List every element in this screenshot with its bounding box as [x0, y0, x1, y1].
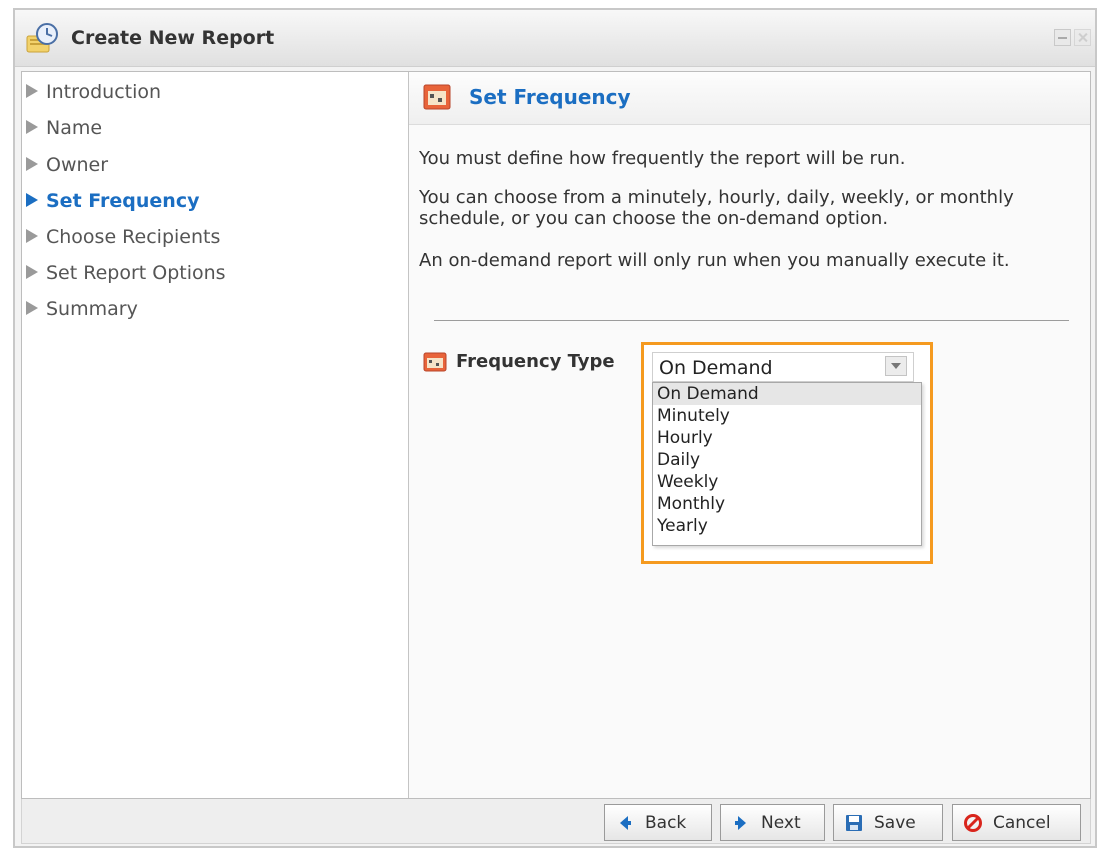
step-arrow-icon	[26, 265, 38, 279]
window-title: Create New Report	[71, 27, 275, 49]
next-label: Next	[761, 813, 801, 833]
minimize-icon[interactable]	[1054, 29, 1071, 46]
create-report-window: Create New Report Introduction Name Owne…	[13, 8, 1097, 848]
sidebar-item-name[interactable]: Name	[26, 114, 102, 142]
description-paragraph: You can choose from a minutely, hourly, …	[419, 187, 1014, 229]
section-divider	[434, 320, 1069, 321]
sidebar-item-owner[interactable]: Owner	[26, 151, 108, 179]
frequency-icon	[423, 84, 451, 110]
next-arrow-icon	[735, 816, 746, 830]
step-arrow-icon	[26, 84, 38, 98]
wizard-steps-sidebar: Introduction Name Owner Set Frequency Ch…	[22, 72, 409, 798]
step-arrow-icon	[26, 229, 38, 243]
sidebar-item-label: Introduction	[46, 81, 162, 103]
sidebar-item-label: Set Frequency	[46, 190, 200, 212]
description-paragraph: You must define how frequently the repor…	[419, 148, 906, 169]
option-yearly[interactable]: Yearly	[653, 515, 921, 537]
wizard-body: Introduction Name Owner Set Frequency Ch…	[21, 71, 1091, 799]
cancel-icon	[964, 814, 982, 832]
frequency-options-list: On Demand Minutely Hourly Daily Weekly M…	[652, 382, 922, 546]
cancel-label: Cancel	[993, 813, 1051, 833]
save-label: Save	[874, 813, 916, 833]
select-value: On Demand	[659, 357, 773, 379]
step-panel: Set Frequency You must define how freque…	[409, 72, 1090, 798]
option-daily[interactable]: Daily	[653, 449, 921, 471]
sidebar-item-label: Summary	[46, 298, 138, 320]
next-button[interactable]: Next	[720, 804, 825, 841]
option-minutely[interactable]: Minutely	[653, 405, 921, 427]
sidebar-item-choose-recipients[interactable]: Choose Recipients	[26, 223, 220, 251]
window-titlebar[interactable]: Create New Report	[15, 10, 1095, 67]
close-icon[interactable]	[1074, 29, 1091, 46]
report-clock-icon	[26, 23, 58, 53]
wizard-footer: Back Next Save Cancel	[21, 799, 1091, 844]
frequency-type-select[interactable]: On Demand	[652, 352, 914, 382]
frequency-type-label: Frequency Type	[456, 351, 615, 372]
floppy-disk-icon	[846, 815, 862, 831]
back-arrow-icon	[620, 816, 631, 830]
step-title: Set Frequency	[469, 85, 631, 109]
sidebar-item-summary[interactable]: Summary	[26, 295, 138, 323]
description-paragraph: An on-demand report will only run when y…	[419, 250, 1010, 271]
cancel-button[interactable]: Cancel	[952, 804, 1081, 841]
save-button[interactable]: Save	[833, 804, 943, 841]
sidebar-item-set-report-options[interactable]: Set Report Options	[26, 259, 226, 287]
option-hourly[interactable]: Hourly	[653, 427, 921, 449]
sidebar-item-label: Set Report Options	[46, 262, 226, 284]
option-monthly[interactable]: Monthly	[653, 493, 921, 515]
step-arrow-icon	[26, 193, 38, 207]
back-label: Back	[645, 813, 687, 833]
chevron-down-icon[interactable]	[885, 356, 907, 376]
back-button[interactable]: Back	[604, 804, 712, 841]
option-weekly[interactable]: Weekly	[653, 471, 921, 493]
sidebar-item-label: Owner	[46, 154, 109, 176]
frequency-select-highlight: On Demand On Demand Minutely Hourly Dail…	[641, 342, 933, 564]
sidebar-item-label: Choose Recipients	[46, 226, 221, 248]
step-arrow-icon	[26, 301, 38, 315]
step-arrow-icon	[26, 157, 38, 171]
sidebar-item-set-frequency[interactable]: Set Frequency	[26, 187, 199, 215]
frequency-field-icon	[423, 352, 447, 372]
option-on-demand[interactable]: On Demand	[653, 383, 921, 405]
sidebar-item-label: Name	[46, 117, 103, 139]
step-panel-header: Set Frequency	[409, 72, 1090, 125]
step-arrow-icon	[26, 120, 38, 134]
sidebar-item-introduction[interactable]: Introduction	[26, 78, 161, 106]
